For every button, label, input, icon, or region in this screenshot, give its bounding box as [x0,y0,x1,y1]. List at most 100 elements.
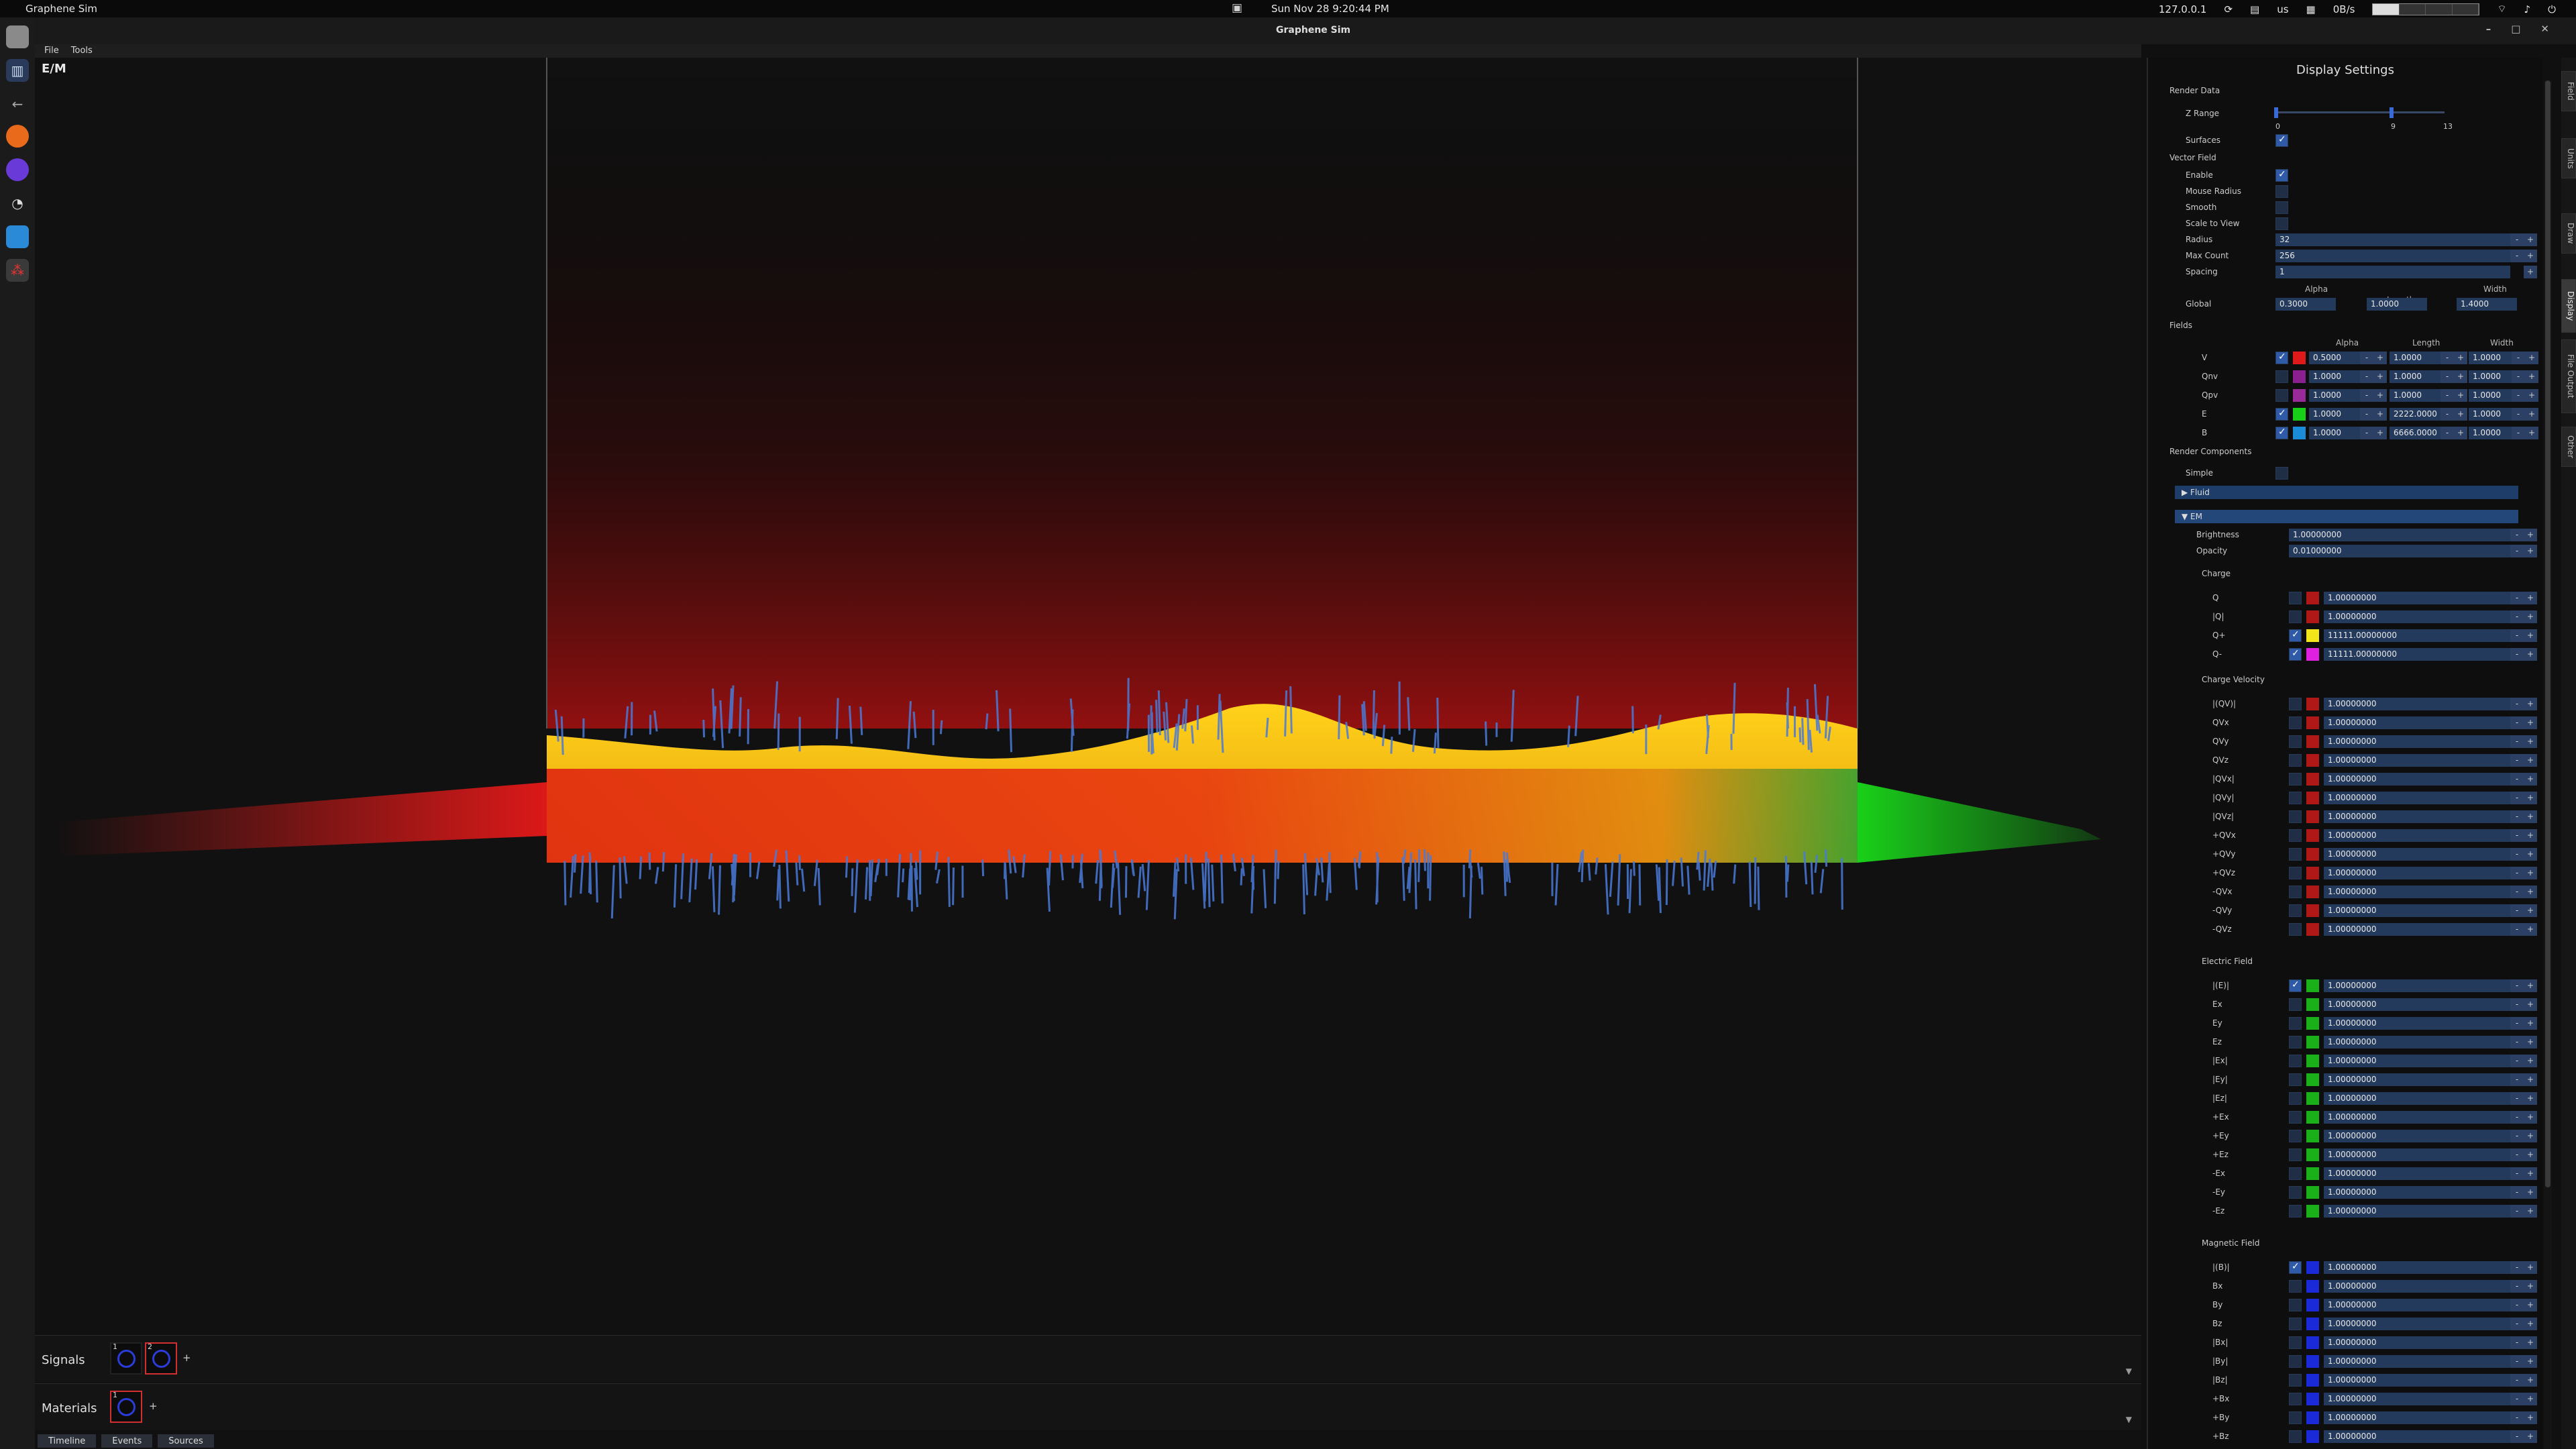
maximize-icon[interactable]: □ [2511,23,2520,35]
electric-field-row-checkbox[interactable] [2289,1055,2302,1067]
charge-velocity-row-decrement[interactable]: - [2510,923,2524,936]
magnetic-field-row-color[interactable] [2306,1299,2319,1311]
field-v-checkbox[interactable] [2275,352,2288,364]
field-qpv-alpha[interactable]: 1.0000 [2309,389,2360,402]
simulation-viewport[interactable]: E/M [35,58,2141,1332]
charge-row-decrement[interactable]: - [2510,648,2524,661]
charge-velocity-row-color[interactable] [2306,773,2319,786]
field-qpv-length[interactable]: 1.0000 [2390,389,2440,402]
electric-field-row-value[interactable]: 1.00000000 [2324,1130,2510,1142]
charge-velocity-row-value[interactable]: 1.00000000 [2324,904,2510,917]
electric-field-row-decrement[interactable]: - [2510,1036,2524,1049]
field-alpha-decrement[interactable]: - [2360,352,2373,364]
electric-field-row-checkbox[interactable] [2289,1130,2302,1142]
electric-field-row-value[interactable]: 1.00000000 [2324,1055,2510,1067]
z-range-min-handle[interactable] [2274,107,2278,118]
charge-velocity-row-value[interactable]: 1.00000000 [2324,754,2510,767]
magnetic-field-row-checkbox[interactable] [2289,1430,2302,1443]
magnetic-field-row-color[interactable] [2306,1318,2319,1330]
magnetic-field-row-color[interactable] [2306,1393,2319,1405]
electric-field-row-checkbox[interactable] [2289,1036,2302,1049]
electric-field-row-checkbox[interactable] [2289,1111,2302,1124]
charge-velocity-row-checkbox[interactable] [2289,848,2302,861]
charge-row-value[interactable]: 11111.00000000 [2324,648,2510,661]
fields-header[interactable]: Fields [2169,321,2192,330]
magnetic-field-row-decrement[interactable]: - [2510,1261,2524,1274]
field-alpha-increment[interactable]: + [2373,408,2387,421]
z-range-slider[interactable] [2275,111,2445,113]
field-width-decrement[interactable]: - [2512,352,2525,364]
charge-row-value[interactable]: 1.00000000 [2324,610,2510,623]
electric-field-row-value[interactable]: 1.00000000 [2324,1111,2510,1124]
field-e-length[interactable]: 2222.0000 [2390,408,2440,421]
opacity-input[interactable]: 0.01000000 [2289,545,2510,557]
charge-velocity-row-value[interactable]: 1.00000000 [2324,773,2510,786]
field-alpha-decrement[interactable]: - [2360,370,2373,383]
z-range-max-handle[interactable] [2390,107,2394,118]
field-qnv-length[interactable]: 1.0000 [2390,370,2440,383]
charge-velocity-row-decrement[interactable]: - [2510,848,2524,861]
mouse-radius-checkbox[interactable] [2275,185,2288,198]
magnetic-field-row-increment[interactable]: + [2524,1355,2537,1368]
chevron-down-icon[interactable]: ▼ [2126,1366,2132,1376]
field-v-alpha[interactable]: 0.5000 [2309,352,2360,364]
field-e-checkbox[interactable] [2275,408,2288,421]
magnetic-field-row-checkbox[interactable] [2289,1299,2302,1311]
charge-velocity-row-increment[interactable]: + [2524,885,2537,898]
charge-velocity-row-decrement[interactable]: - [2510,867,2524,879]
electric-field-row-checkbox[interactable] [2289,979,2302,992]
workspace-icon[interactable]: ▥ [6,59,29,82]
charge-velocity-row-color[interactable] [2306,885,2319,898]
electric-field-row-increment[interactable]: + [2524,998,2537,1011]
menu-file[interactable]: File [44,44,59,58]
electric-field-row-color[interactable] [2306,1111,2319,1124]
menu-tools[interactable]: Tools [71,44,93,58]
electric-field-row-checkbox[interactable] [2289,1017,2302,1030]
volume-icon[interactable]: ♪ [2524,3,2531,15]
field-b-alpha[interactable]: 1.0000 [2309,427,2360,439]
signal-slot-2[interactable]: 2 [145,1342,177,1375]
field-alpha-increment[interactable]: + [2373,427,2387,439]
charge-velocity-row-checkbox[interactable] [2289,754,2302,767]
electric-field-row-decrement[interactable]: - [2510,1055,2524,1067]
material-slot-1[interactable]: 1 [110,1391,142,1423]
charge-velocity-row-checkbox[interactable] [2289,773,2302,786]
field-width-increment[interactable]: + [2525,389,2538,402]
charge-velocity-row-decrement[interactable]: - [2510,754,2524,767]
charge-row-color[interactable] [2306,592,2319,604]
charge-row-decrement[interactable]: - [2510,592,2524,604]
render-data-header[interactable]: Render Data [2169,86,2220,95]
charge-velocity-row-decrement[interactable]: - [2510,829,2524,842]
magnetic-field-row-increment[interactable]: + [2524,1374,2537,1387]
magnetic-field-row-increment[interactable]: + [2524,1280,2537,1293]
magnetic-field-row-increment[interactable]: + [2524,1336,2537,1349]
electric-field-row-increment[interactable]: + [2524,1055,2537,1067]
electric-field-row-decrement[interactable]: - [2510,1073,2524,1086]
field-alpha-decrement[interactable]: - [2360,389,2373,402]
power-icon[interactable]: ⏻ [2548,3,2556,15]
charge-row-increment[interactable]: + [2524,592,2537,604]
charge-header[interactable]: Charge [2202,569,2231,578]
field-alpha-increment[interactable]: + [2373,389,2387,402]
field-length-decrement[interactable]: - [2440,389,2454,402]
field-width-decrement[interactable]: - [2512,427,2525,439]
charge-velocity-row-increment[interactable]: + [2524,792,2537,804]
magnetic-field-row-checkbox[interactable] [2289,1393,2302,1405]
charge-velocity-row-value[interactable]: 1.00000000 [2324,885,2510,898]
electric-field-row-increment[interactable]: + [2524,1186,2537,1199]
magnetic-field-header[interactable]: Magnetic Field [2202,1238,2259,1248]
electric-field-row-value[interactable]: 1.00000000 [2324,1036,2510,1049]
tab-field[interactable]: Field [2561,71,2576,111]
field-width-increment[interactable]: + [2525,370,2538,383]
charge-velocity-row-value[interactable]: 1.00000000 [2324,698,2510,710]
electric-field-row-color[interactable] [2306,979,2319,992]
charge-velocity-row-decrement[interactable]: - [2510,698,2524,710]
electric-field-row-color[interactable] [2306,1036,2319,1049]
electric-field-row-color[interactable] [2306,1092,2319,1105]
field-qpv-width[interactable]: 1.0000 [2469,389,2512,402]
charge-velocity-row-color[interactable] [2306,867,2319,879]
active-app-name[interactable]: Graphene Sim [25,3,97,15]
charge-velocity-row-decrement[interactable]: - [2510,885,2524,898]
charge-velocity-row-color[interactable] [2306,810,2319,823]
charge-velocity-row-increment[interactable]: + [2524,867,2537,879]
